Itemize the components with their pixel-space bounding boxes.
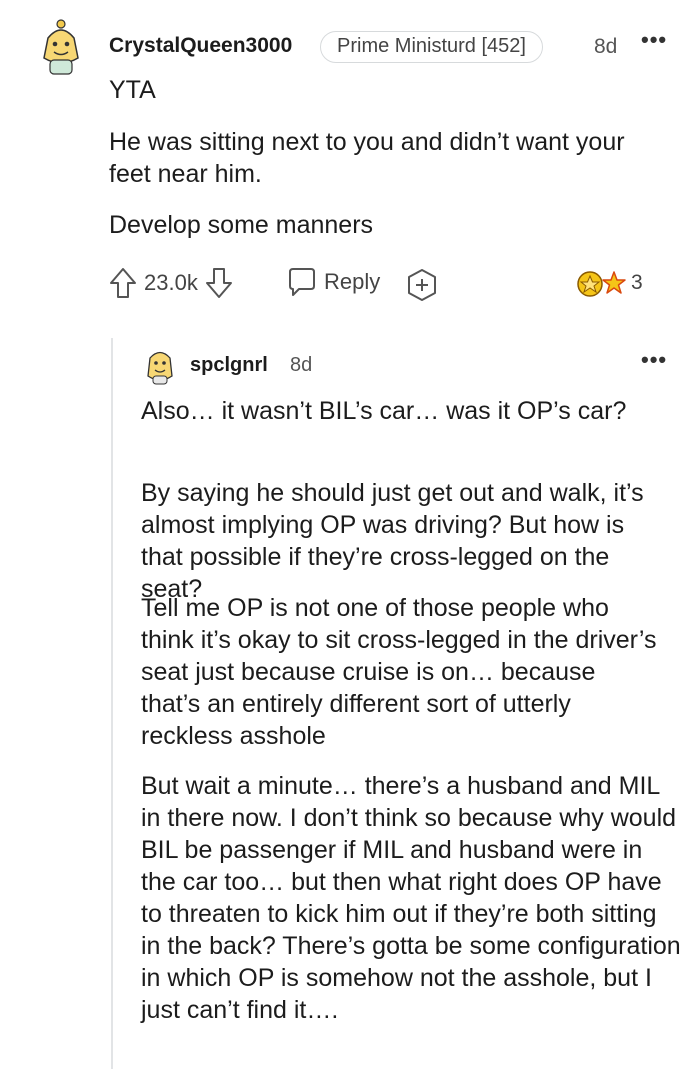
award-count: 3 (631, 271, 643, 294)
give-award-icon[interactable] (405, 268, 439, 302)
more-options-icon[interactable]: ••• (641, 27, 667, 53)
reply-paragraph: Tell me OP is not one of those people wh… (141, 594, 657, 750)
reply-bubble-icon (289, 268, 315, 296)
reply-more-options-icon[interactable]: ••• (641, 347, 667, 373)
reply-timestamp: 8d (290, 354, 313, 376)
downvote-icon[interactable] (204, 266, 234, 300)
vote-controls: 23.0k (108, 266, 234, 300)
comment-timestamp: 8d (594, 35, 618, 58)
reply-paragraph: By saying he should just get out and wal… (141, 479, 644, 603)
reply-user-avatar[interactable] (143, 346, 177, 386)
awards-received[interactable]: 3 (575, 268, 643, 298)
user-avatar[interactable] (34, 18, 88, 78)
comment-paragraph: He was sitting next to you and didn’t wa… (109, 128, 625, 188)
reply-label: Reply (324, 269, 381, 294)
comment-paragraph: YTA (109, 76, 156, 104)
upvote-icon[interactable] (108, 266, 138, 300)
comment-paragraph: Develop some manners (109, 211, 374, 239)
star-award-icon (602, 271, 626, 294)
reply-username[interactable]: spclgnrl (190, 354, 268, 377)
reply-paragraph: But wait a minute… there’s a husband and… (141, 772, 681, 1024)
vote-score: 23.0k (144, 270, 198, 295)
reply-paragraph: Also… it wasn’t BIL’s car… was it OP’s c… (141, 397, 627, 425)
reply-button[interactable]: Reply (286, 266, 380, 298)
user-flair: Prime Ministurd [452] (320, 31, 543, 63)
thread-line[interactable] (111, 338, 113, 1069)
comment-username[interactable]: CrystalQueen3000 (109, 34, 292, 58)
